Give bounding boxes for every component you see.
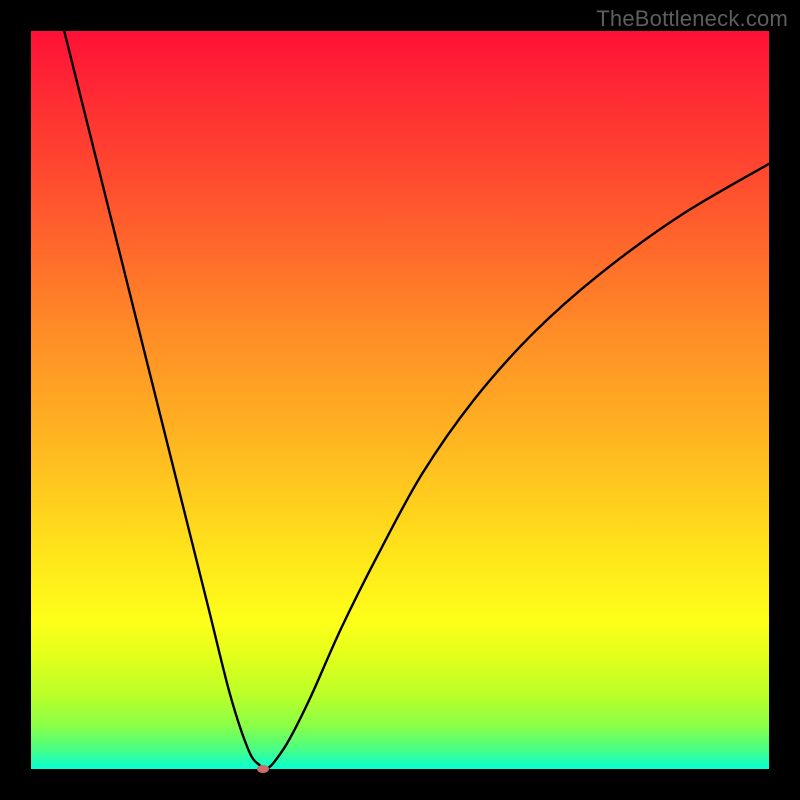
plot-area <box>31 31 769 769</box>
curve-path <box>64 31 769 769</box>
bottleneck-curve <box>31 31 769 769</box>
minimum-marker <box>257 765 269 773</box>
chart-frame: TheBottleneck.com <box>0 0 800 800</box>
watermark-text: TheBottleneck.com <box>596 6 788 32</box>
